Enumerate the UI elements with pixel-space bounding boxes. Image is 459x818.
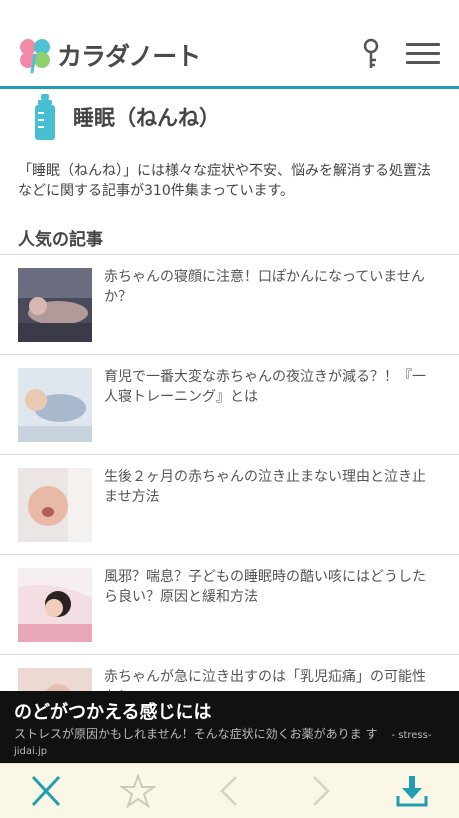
forward-arrow-icon [313,776,330,806]
ad-body: ストレスが原因かもしれません！そんな症状に効くお薬がありま す- stress-… [14,727,444,759]
category-title: 睡眠（ねんね） [73,106,220,130]
app-header: カラダノート [0,0,459,89]
ad-banner[interactable]: のどがつかえる感じには ストレスが原因かもしれません！そんな症状に効くお薬があり… [0,691,459,763]
article-thumbnail [18,368,92,442]
baby-bottle-icon [35,94,55,140]
article-item[interactable]: 生後２ヶ月の赤ちゃんの泣き止まない理由と泣き止ませ方法 [0,455,459,555]
key-icon[interactable] [360,38,382,70]
ad-text: ストレスが原因かもしれません！そんな症状に効くお薬がありま す [14,727,378,741]
ad-title: のどがつかえる感じには [14,702,212,723]
article-thumbnail [18,468,92,542]
hamburger-menu-icon[interactable] [406,43,440,65]
site-logo[interactable]: カラダノート [16,36,201,74]
back-arrow-icon [220,776,237,806]
article-item[interactable]: 育児で一番大変な赤ちゃんの夜泣きが減る？！『一人寝トレーニング』とは [0,355,459,455]
close-icon [31,775,61,807]
popular-articles-heading: 人気の記事 [18,230,103,250]
article-item[interactable]: 風邪？喘息？子どもの睡眠時の酷い咳にはどうしたら良い？原因と緩和方法 [0,555,459,655]
star-icon [120,774,156,808]
article-title: 生後２ヶ月の赤ちゃんの泣き止まない理由と泣き止ませ方法 [104,469,426,505]
back-button[interactable] [212,774,248,808]
article-item[interactable]: 赤ちゃんの寝顔に注意！口ぽかんになっていませんか？ [0,255,459,355]
article-title: 赤ちゃんの寝顔に注意！口ぽかんになっていませんか？ [104,269,425,305]
category-description: 「睡眠（ねんね）」には様々な症状や不安、悩みを解消する処置法などに関する記事が3… [18,163,431,199]
forward-button[interactable] [302,774,338,808]
logo-text: カラダノート [57,42,201,71]
article-thumbnail [18,568,92,642]
download-icon [396,776,428,807]
favorite-button[interactable] [120,774,156,808]
article-title: 育児で一番大変な赤ちゃんの夜泣きが減る？！『一人寝トレーニング』とは [104,369,426,405]
article-title: 風邪？喘息？子どもの睡眠時の酷い咳にはどうしたら良い？原因と緩和方法 [104,569,426,605]
close-button[interactable] [28,774,64,808]
category-header: 睡眠（ねんね） [33,94,220,140]
bottom-toolbar [0,763,459,818]
download-button[interactable] [394,774,430,808]
article-thumbnail [18,268,92,342]
clover-logo-icon [20,39,50,74]
